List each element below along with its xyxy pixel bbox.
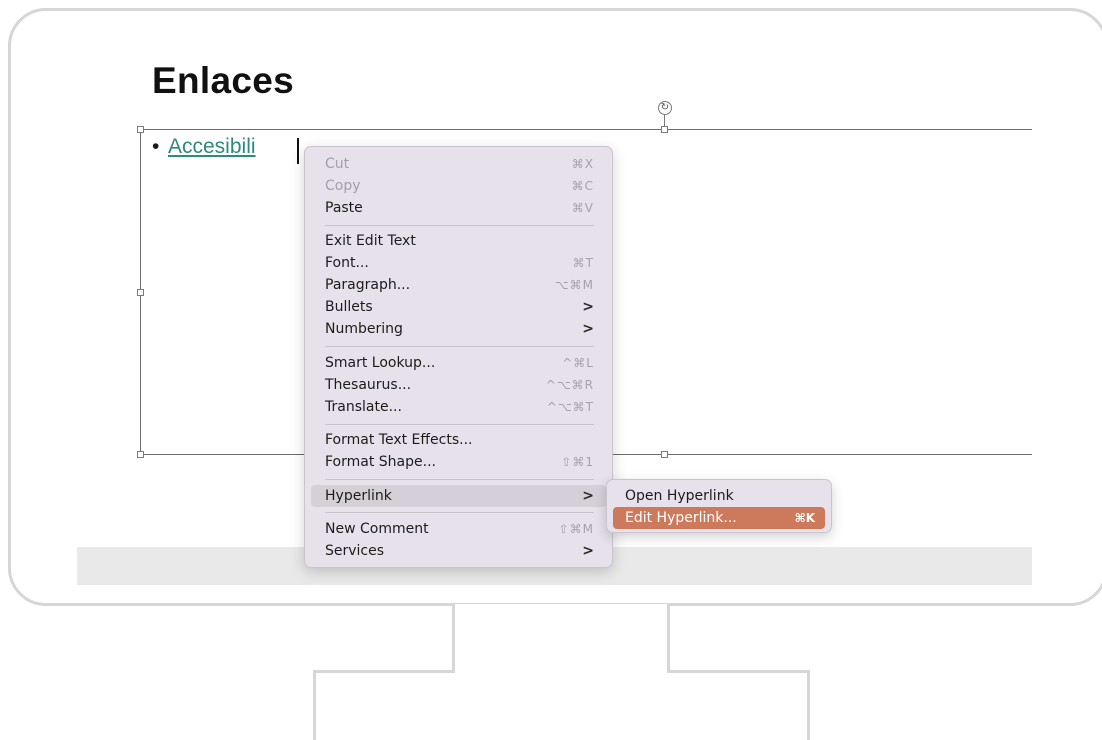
menu-item-label: Bullets: [325, 299, 373, 315]
menu-item-label: Thesaurus...: [325, 377, 412, 393]
menu-item-label: Format Shape...: [325, 454, 436, 470]
hyperlink-text[interactable]: Accesibili: [168, 135, 256, 158]
rotate-handle-icon[interactable]: ↻: [658, 101, 672, 115]
menu-separator: [325, 424, 594, 425]
menu-item-exit-edit-text[interactable]: Exit Edit Text: [311, 230, 606, 252]
slide-title: Enlaces: [152, 60, 294, 101]
resize-handle-middle-left[interactable]: [137, 289, 144, 296]
menu-item-shortcut: ^⌘L: [562, 356, 594, 370]
menu-item-shortcut: ^⌥⌘T: [546, 400, 594, 414]
menu-separator: [325, 479, 594, 480]
menu-item-shortcut: ⌘X: [571, 157, 594, 171]
menu-item-font[interactable]: Font... ⌘T: [311, 252, 606, 274]
menu-item-format-shape[interactable]: Format Shape... ⇧⌘1: [311, 451, 606, 473]
menu-item-cut[interactable]: Cut ⌘X: [311, 153, 606, 175]
submenu-item-label: Open Hyperlink: [625, 488, 734, 504]
menu-item-label: Numbering: [325, 321, 403, 337]
hyperlink-submenu: Open Hyperlink Edit Hyperlink... ⌘K: [606, 479, 832, 533]
menu-item-hyperlink[interactable]: Hyperlink >: [311, 485, 606, 507]
text-cursor: [297, 138, 299, 164]
menu-item-shortcut: ⌘C: [571, 179, 594, 193]
monitor-neck: [452, 604, 670, 674]
menu-item-numbering[interactable]: Numbering >: [311, 318, 606, 340]
resize-handle-top-left[interactable]: [137, 126, 144, 133]
menu-item-shortcut: ⌥⌘M: [554, 278, 594, 292]
menu-item-shortcut: ⇧⌘M: [558, 522, 594, 536]
submenu-item-edit-hyperlink[interactable]: Edit Hyperlink... ⌘K: [613, 507, 825, 529]
submenu-item-open-hyperlink[interactable]: Open Hyperlink: [613, 485, 825, 507]
menu-item-label: Paste: [325, 200, 363, 216]
menu-item-thesaurus[interactable]: Thesaurus... ^⌥⌘R: [311, 374, 606, 396]
bullet-item: • Accesibili: [152, 135, 256, 159]
menu-item-services[interactable]: Services >: [311, 540, 606, 562]
chevron-right-icon: >: [582, 543, 594, 559]
rotate-stem: [664, 115, 665, 126]
menu-item-label: New Comment: [325, 521, 429, 537]
menu-item-label: Translate...: [325, 399, 402, 415]
submenu-item-label: Edit Hyperlink...: [625, 510, 737, 526]
menu-item-shortcut: ^⌥⌘R: [545, 378, 594, 392]
menu-item-shortcut: ⇧⌘1: [561, 455, 594, 469]
menu-item-format-text-effects[interactable]: Format Text Effects...: [311, 429, 606, 451]
resize-handle-bottom-middle[interactable]: [661, 451, 668, 458]
chevron-right-icon: >: [582, 488, 594, 504]
submenu-item-shortcut: ⌘K: [794, 511, 815, 525]
menu-separator: [325, 225, 594, 226]
menu-item-label: Cut: [325, 156, 350, 172]
menu-separator: [325, 512, 594, 513]
menu-separator: [325, 346, 594, 347]
menu-item-translate[interactable]: Translate... ^⌥⌘T: [311, 396, 606, 418]
menu-item-paragraph[interactable]: Paragraph... ⌥⌘M: [311, 274, 606, 296]
menu-item-label: Paragraph...: [325, 277, 411, 293]
chevron-right-icon: >: [582, 299, 594, 315]
menu-item-bullets[interactable]: Bullets >: [311, 296, 606, 318]
menu-item-copy[interactable]: Copy ⌘C: [311, 175, 606, 197]
resize-handle-top-middle[interactable]: [661, 126, 668, 133]
menu-item-smart-lookup[interactable]: Smart Lookup... ^⌘L: [311, 352, 606, 374]
menu-item-label: Services: [325, 543, 385, 559]
context-menu: Cut ⌘X Copy ⌘C Paste ⌘V Exit Edit Text F…: [304, 146, 613, 568]
menu-item-label: Smart Lookup...: [325, 355, 436, 371]
menu-item-paste[interactable]: Paste ⌘V: [311, 197, 606, 219]
monitor-stand: [313, 670, 810, 740]
menu-item-label: Copy: [325, 178, 361, 194]
stand-join: [455, 668, 667, 674]
bullet-icon: •: [152, 135, 160, 158]
menu-item-label: Format Text Effects...: [325, 432, 473, 448]
menu-item-label: Hyperlink: [325, 488, 392, 504]
menu-item-shortcut: ⌘T: [572, 256, 594, 270]
resize-handle-bottom-left[interactable]: [137, 451, 144, 458]
menu-item-label: Exit Edit Text: [325, 233, 416, 249]
menu-item-label: Font...: [325, 255, 369, 271]
menu-item-new-comment[interactable]: New Comment ⇧⌘M: [311, 518, 606, 540]
chevron-right-icon: >: [582, 321, 594, 337]
menu-item-shortcut: ⌘V: [571, 201, 594, 215]
